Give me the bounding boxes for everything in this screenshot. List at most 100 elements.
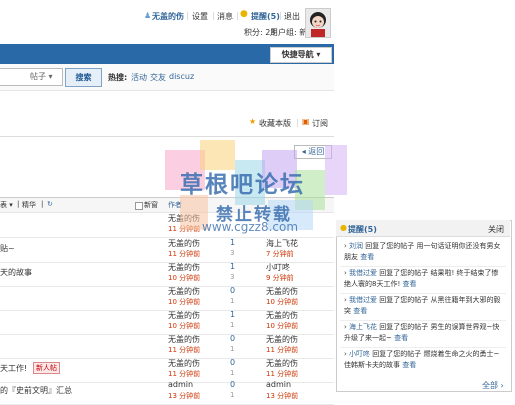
table-row[interactable]: 无盖的伤 10 分钟前 0 1 无盖的伤 10 分钟前 [0,286,334,311]
search-type-label: 帖子 [30,72,46,81]
last-poster-link[interactable]: 无盖的伤 [266,286,298,297]
new-user-badge: 新人帖 [33,362,60,374]
view-notification-link[interactable]: 查看 [402,361,416,369]
thread-author-link[interactable]: 无盖的伤 [168,286,200,297]
last-poster-link[interactable]: 小叮咚 [266,262,290,273]
view-notification-link[interactable]: 查看 [353,307,367,315]
reminder-panel-title: 提醒(5) [348,225,377,234]
divider [0,136,334,137]
table-row[interactable]: 无盖的伤 11 分钟前 0 1 无盖的伤 11 分钟前 [0,334,334,359]
search-button[interactable]: 搜索 [65,68,102,87]
newwindow-label: 新窗 [144,201,158,209]
notification-user-link[interactable]: 海上飞花 [349,323,377,331]
avatar[interactable] [305,8,331,38]
last-post-time: 10 分钟前 [266,322,299,330]
last-poster-link[interactable]: 无盖的伤 [266,358,298,369]
last-post-time: 11 分钟前 [266,370,299,378]
divider: | [186,11,189,20]
notification-item[interactable]: › 小叮咚 回复了您的帖子 燃烧着生命之火的勇士~佳韩斯卡夫的故事 查看 [344,349,504,371]
notification-user-link[interactable]: 刘润 [349,242,363,250]
thread-post-time: 11 分钟前 [168,346,201,354]
avatar-image [306,9,330,37]
thread-title-link[interactable]: 的『史前文明』汇总 [0,385,72,396]
table-row[interactable]: 的『史前文明』汇总 admin 13 分钟前 0 1 admin 13 分钟前 [0,380,334,405]
table-row[interactable]: 贴~ 无盖的伤 11 分钟前 1 3 海上飞花 7 分钟前 [0,238,334,263]
thread-author-link[interactable]: 无盖的伤 [168,358,200,369]
hot-search-item[interactable]: 活动 [131,72,147,83]
view-count: 1 [230,345,235,353]
subscribe-link[interactable]: 订阅 [312,118,328,129]
messages-link[interactable]: 消息 [217,11,233,22]
reply-count[interactable]: 1 [230,310,235,319]
notification-user-link[interactable]: 小叮咚 [349,350,370,358]
reply-count[interactable]: 0 [230,286,235,295]
last-poster-link[interactable]: 无盖的伤 [266,310,298,321]
chevron-down-icon: ▾ [48,72,53,81]
view-notification-link[interactable]: 查看 [394,334,408,342]
refresh-icon[interactable]: ↻ [47,200,53,208]
close-button[interactable]: 关闭 [488,224,504,235]
thread-author-link[interactable]: 无盖的伤 [168,334,200,345]
quick-nav-button[interactable]: 快捷导航 ▾ [270,47,332,63]
last-poster-link[interactable]: 海上飞花 [266,238,298,249]
search-type-select[interactable]: 帖子 ▾ [30,71,53,82]
reply-count[interactable]: 1 [230,262,235,271]
last-poster-link[interactable]: 无盖的伤 [266,334,298,345]
reply-count[interactable]: 0 [230,358,235,367]
notification-item[interactable]: › 海上飞花 回复了您的帖子 男生的误算世界观~快升级了来一起~ 查看 [344,322,504,344]
thread-title-link[interactable]: 贴~ [0,243,15,254]
thread-post-time: 10 分钟前 [168,274,201,282]
hot-search-item[interactable]: 交友 [150,72,166,83]
notification-item[interactable]: › 刘润 回复了您的帖子 用一句话证明你还没有男女朋友 查看 [344,241,504,263]
divider [340,293,506,294]
reminders-link[interactable]: 提醒(5) [251,11,280,22]
last-poster-link[interactable]: admin [266,380,291,389]
last-post-time: 11 分钟前 [266,346,299,354]
back-label: 返回 [308,147,325,156]
notification-user-link[interactable]: 我借过爱 [349,296,377,304]
thread-post-time: 11 分钟前 [168,250,201,258]
thread-author-link[interactable]: admin [168,380,193,389]
username-link[interactable]: 无盖的伤 [152,11,184,22]
rss-icon: ▣ [302,117,310,126]
digest-filter[interactable]: 精华 [22,200,36,210]
filter-dropdown[interactable]: 表 ▾ [0,200,13,210]
view-count: 3 [230,273,235,281]
reply-count[interactable]: 0 [230,334,235,343]
bookmark-link[interactable]: 收藏本版 [259,118,291,129]
divider: | [236,11,239,20]
notification-item[interactable]: › 我借过爱 回复了您的帖子 从黑往籍年到大邪的毅突 查看 [344,295,504,317]
thread-author-link[interactable]: 无盖的伤 [168,310,200,321]
chevron-down-icon: ▾ [316,50,321,59]
table-row[interactable]: 无盖的伤 10 分钟前 1 1 无盖的伤 10 分钟前 [0,310,334,335]
table-row[interactable]: 天的故事 无盖的伤 10 分钟前 1 3 小叮咚 9 分钟前 [0,262,334,287]
reply-count[interactable]: 1 [230,238,235,247]
last-post-time: 7 分钟前 [266,250,294,258]
user-icon: ♟ [144,11,152,20]
watermark-block [325,145,347,195]
watermark-url: www.cgzz8.com [202,220,299,234]
notification-item[interactable]: › 我借过爱 回复了您的帖子 结果啦! 终于结束了惨绝人寰的8天工作! 查看 [344,268,504,290]
logout-link[interactable]: 退出 [284,11,300,22]
settings-link[interactable]: 设置 [192,11,208,22]
thread-author-link[interactable]: 无盖的伤 [168,238,200,249]
view-count: 1 [230,369,235,377]
thread-post-time: 10 分钟前 [168,298,201,306]
thread-title-link[interactable]: 天工作! [0,363,27,374]
view-notification-link[interactable]: 查看 [360,253,374,261]
hot-search-label: 热搜: [108,73,128,82]
thread-author-link[interactable]: 无盖的伤 [168,262,200,273]
view-notification-link[interactable]: 查看 [403,280,417,288]
thread-post-time: 11 分钟前 [168,370,201,378]
hot-search-item[interactable]: discuz [169,72,194,81]
view-count: 3 [230,249,235,257]
divider [340,347,506,348]
last-post-time: 10 分钟前 [266,298,299,306]
thread-title-link[interactable]: 天的故事 [0,267,32,278]
view-all-link[interactable]: 全部 › [482,380,504,391]
divider: | [296,118,299,127]
newwindow-checkbox[interactable] [135,202,143,210]
reply-count[interactable]: 0 [230,380,235,389]
view-count: 1 [230,391,235,399]
notification-user-link[interactable]: 我借过爱 [349,269,377,277]
